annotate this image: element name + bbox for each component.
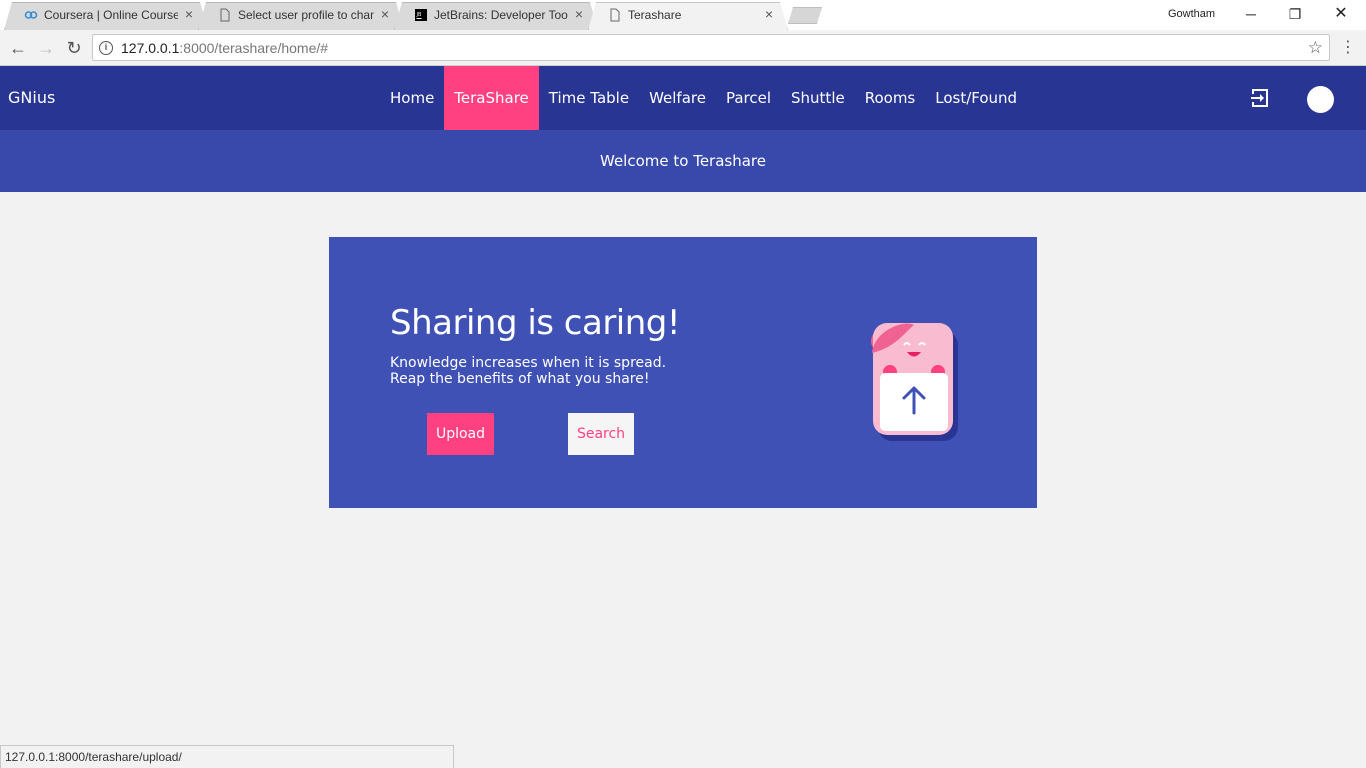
app-header: GNius Home TeraShare Time Table Welfare … [0, 66, 1366, 130]
browser-tab-user-profile[interactable]: Select user profile to change × [198, 0, 404, 30]
close-icon[interactable]: × [182, 7, 196, 21]
page-icon [220, 8, 230, 22]
nav-rooms[interactable]: Rooms [855, 66, 926, 130]
upload-mascot-illustration [871, 323, 958, 441]
new-tab-button[interactable] [788, 7, 822, 24]
close-window-icon[interactable]: ✕ [1318, 0, 1364, 28]
browser-profile-name[interactable]: Gowtham [1168, 8, 1215, 20]
tab-title: Coursera | Online Courses [44, 8, 178, 22]
svg-text:JB: JB [416, 12, 422, 18]
hero-card: Sharing is caring! Knowledge increases w… [329, 237, 1037, 508]
nav-terashare[interactable]: TeraShare [444, 66, 539, 130]
forward-arrow-icon[interactable]: → [34, 36, 58, 60]
hero-subtitle-line: Reap the benefits of what you share! [390, 371, 650, 387]
logout-icon[interactable] [1248, 86, 1272, 110]
nav-shuttle[interactable]: Shuttle [781, 66, 855, 130]
reload-icon[interactable]: ↻ [62, 36, 86, 60]
page-icon [610, 8, 620, 22]
tab-title: Select user profile to change [238, 8, 374, 22]
jetbrains-icon: JB [415, 9, 427, 21]
nav-lost-found[interactable]: Lost/Found [925, 66, 1027, 130]
info-icon[interactable]: i [99, 41, 113, 55]
nav-welfare[interactable]: Welfare [639, 66, 716, 130]
close-icon[interactable]: × [762, 7, 776, 21]
nav-time-table[interactable]: Time Table [539, 66, 639, 130]
address-bar-url: 127.0.0.1:8000/terashare/home/# [121, 40, 329, 56]
brand-logo[interactable]: GNius [8, 88, 55, 108]
hero-title: Sharing is caring! [390, 303, 681, 343]
close-icon[interactable]: × [572, 7, 586, 21]
user-avatar[interactable] [1307, 86, 1334, 113]
nav-home[interactable]: Home [380, 66, 444, 130]
back-arrow-icon[interactable]: ← [6, 36, 30, 60]
close-icon[interactable]: × [378, 7, 392, 21]
browser-status-bar: 127.0.0.1:8000/terashare/upload/ [0, 745, 454, 768]
hero-subtitle: Knowledge increases when it is spread. R… [390, 355, 666, 387]
search-button[interactable]: Search [568, 413, 634, 455]
browser-tab-coursera[interactable]: Coursera | Online Courses × [4, 0, 208, 30]
address-bar[interactable]: i 127.0.0.1:8000/terashare/home/# ☆ [92, 34, 1330, 61]
main-nav: Home TeraShare Time Table Welfare Parcel… [380, 66, 1027, 130]
minimize-icon[interactable]: ─ [1228, 0, 1274, 28]
tab-title: JetBrains: Developer Tools [434, 8, 568, 22]
nav-parcel[interactable]: Parcel [716, 66, 781, 130]
hero-subtitle-line: Knowledge increases when it is spread. [390, 355, 667, 371]
coursera-icon [24, 11, 38, 19]
welcome-text: Welcome to Terashare [600, 152, 766, 170]
browser-tab-jetbrains[interactable]: JB JetBrains: Developer Tools × [394, 0, 598, 30]
browser-tab-strip: Coursera | Online Courses × Select user … [0, 0, 1366, 30]
bookmark-star-icon[interactable]: ☆ [1308, 38, 1323, 58]
restore-icon[interactable]: ❐ [1272, 0, 1318, 28]
tab-title: Terashare [628, 8, 682, 22]
welcome-banner: Welcome to Terashare [0, 130, 1366, 192]
browser-tab-terashare[interactable]: Terashare × [588, 0, 788, 30]
browser-menu-icon[interactable]: ⋮ [1340, 36, 1356, 60]
browser-toolbar: ← → ↻ i 127.0.0.1:8000/terashare/home/# … [0, 30, 1366, 66]
upload-button[interactable]: Upload [427, 413, 494, 455]
